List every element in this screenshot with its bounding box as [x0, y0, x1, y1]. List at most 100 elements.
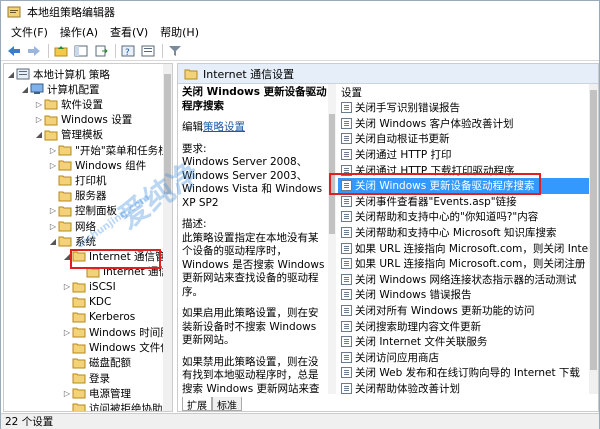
folder-icon — [58, 160, 72, 171]
list-scrollbar[interactable] — [589, 84, 598, 394]
policy-row[interactable]: 关闭 Windows 客户体验改善计划 — [338, 116, 598, 132]
list-scrollbar-thumb[interactable] — [590, 90, 597, 370]
folder-icon — [72, 343, 86, 354]
forward-arrow-icon[interactable] — [25, 43, 43, 59]
policy-row[interactable]: 如果 URL 连接指向 Microsoft.com，则关闭 Internet 连… — [338, 240, 598, 256]
details-header-title: Internet 通信设置 — [203, 67, 295, 81]
folder-icon — [72, 282, 86, 293]
svg-text:?: ? — [125, 48, 130, 57]
tree-item-label: 磁盘配额 — [89, 357, 131, 370]
folder-up-icon[interactable] — [52, 43, 70, 59]
policy-row-label: 关闭通过 HTTP 打印 — [355, 149, 452, 162]
toolbar-separator — [48, 43, 49, 58]
menu-view[interactable]: 查看(V) — [104, 24, 154, 40]
policy-row[interactable]: 关闭自动根证书更新 — [338, 131, 598, 147]
help-icon[interactable]: ? — [119, 43, 137, 59]
expanded-arrow-icon[interactable]: ◢ — [48, 237, 58, 246]
policy-row[interactable]: 关闭搜索助理内容文件更新 — [338, 318, 598, 334]
tree-item[interactable]: Windows 文件保护 — [62, 340, 172, 356]
expanded-arrow-icon[interactable]: ◢ — [20, 85, 30, 94]
tree-item[interactable]: ◢ 本地计算机 策略 — [6, 66, 110, 82]
description-scrollbar[interactable] — [328, 84, 336, 394]
tree-scrollbar[interactable] — [163, 64, 172, 411]
description-text-2: 如果启用此策略设置，则在安装新设备时不搜索 Windows 更新网站。 — [182, 307, 319, 346]
folder-icon — [44, 99, 58, 110]
tree-item-label: 电源管理 — [89, 387, 131, 400]
policy-row-label: 关闭 Windows 网络连接状态指示器的活动测试 — [355, 273, 577, 286]
collapsed-arrow-icon[interactable]: ▷ — [48, 206, 58, 215]
tree-item[interactable]: ▷ iSCSI — [62, 279, 116, 295]
tree-item[interactable]: KDC — [62, 294, 111, 310]
collapsed-arrow-icon[interactable]: ▷ — [48, 161, 58, 170]
policy-row[interactable]: 关闭手写识别错误报告 — [338, 100, 598, 116]
policy-row[interactable]: 关闭 Windows 网络连接状态指示器的活动测试 — [338, 272, 598, 288]
folder-icon — [58, 221, 72, 232]
tree-item[interactable]: ▷ Windows 时间服务 — [62, 324, 172, 340]
policy-row[interactable]: 关闭事件查看器"Events.asp"链接 — [338, 194, 598, 210]
tree-item[interactable]: ▷ Windows 设置 — [34, 112, 132, 128]
title-bar: 本地组策略编辑器 — [1, 1, 599, 23]
policy-setting-icon — [341, 102, 352, 114]
tree-item[interactable]: 登录 — [62, 370, 110, 386]
folder-icon — [72, 327, 86, 338]
tree-item[interactable]: 打印机 — [48, 172, 107, 188]
policy-row[interactable]: 关闭 Internet 文件关联服务 — [338, 334, 598, 350]
policy-setting-icon — [341, 211, 352, 223]
collapsed-arrow-icon[interactable]: ▷ — [62, 282, 72, 291]
tab-extended[interactable]: 扩展 — [182, 397, 212, 411]
menu-help[interactable]: 帮助(H) — [154, 24, 205, 40]
policy-row[interactable]: 关闭帮助和支持中心 Microsoft 知识库搜索 — [338, 225, 598, 241]
policy-editor-app-icon — [7, 6, 21, 18]
tab-standard[interactable]: 标准 — [212, 397, 242, 411]
list-column-header-setting[interactable]: 设置 — [338, 84, 598, 100]
policy-row[interactable]: 关闭对所有 Windows 更新功能的访问 — [338, 303, 598, 319]
policy-row[interactable]: 如果 URL 连接指向 Microsoft.com，则关闭注册 — [338, 256, 598, 272]
tree-item-label: Kerberos — [89, 311, 136, 324]
policy-row[interactable]: 关闭 Web 发布和在线订购向导的 Internet 下载 — [338, 365, 598, 381]
filter-icon[interactable] — [166, 43, 184, 59]
tree-item[interactable]: 磁盘配额 — [62, 355, 131, 371]
tree-item[interactable]: ▷ "开始"菜单和任务栏 — [48, 142, 169, 158]
expanded-arrow-icon[interactable]: ◢ — [6, 70, 16, 79]
policy-row[interactable]: 关闭通过 HTTP 打印 — [338, 147, 598, 163]
policy-row-label: 关闭访问应用商店 — [355, 351, 439, 364]
policy-list: 设置 关闭手写识别错误报告 关闭 Windows 客户体验改善计划 关闭自动根证书更… — [338, 84, 598, 394]
collapsed-arrow-icon[interactable]: ▷ — [62, 389, 72, 398]
policy-setting-icon — [341, 289, 352, 301]
policy-title: 关闭 Windows 更新设备驱动程序搜索 — [182, 86, 327, 112]
policy-row[interactable]: 关闭帮助和支持中心的"你知道吗?"内容 — [338, 209, 598, 225]
policy-row[interactable]: 关闭帮助体验改善计划 — [338, 381, 598, 394]
tree-item-label: "开始"菜单和任务栏 — [75, 144, 169, 157]
policy-setting-icon — [341, 133, 352, 145]
properties-icon[interactable] — [139, 43, 157, 59]
export-icon[interactable] — [92, 43, 110, 59]
policy-setting-icon — [341, 382, 352, 394]
tree-item[interactable]: Kerberos — [62, 309, 135, 325]
tree-item[interactable]: ▷ 控制面板 — [48, 203, 117, 219]
policy-row[interactable]: 关闭 Windows 错误报告 — [338, 287, 598, 303]
policy-rows: 关闭手写识别错误报告 关闭 Windows 客户体验改善计划 关闭自动根证书更新 关闭… — [338, 100, 598, 394]
collapsed-arrow-icon[interactable]: ▷ — [48, 222, 58, 231]
menu-bar: 文件(F) 操作(A) 查看(V) 帮助(H) — [1, 23, 599, 41]
tree-item[interactable]: 服务器 — [48, 188, 107, 204]
collapsed-arrow-icon[interactable]: ▷ — [34, 115, 44, 124]
menu-file[interactable]: 文件(F) — [5, 24, 54, 40]
policy-row[interactable]: 关闭访问应用商店 — [338, 350, 598, 366]
collapsed-arrow-icon[interactable]: ▷ — [62, 328, 72, 337]
description-text-3: 如果禁用此策略设置，则在没有找到本地驱动程序时，总是搜索 Windows 更新网… — [182, 355, 320, 395]
tree-item[interactable]: ▷ Windows 组件 — [48, 157, 146, 173]
menu-action[interactable]: 操作(A) — [54, 24, 104, 40]
folder-icon — [72, 312, 86, 323]
tree-item[interactable]: 访问被拒绝协助 — [62, 400, 163, 411]
expanded-arrow-icon[interactable]: ◢ — [34, 130, 44, 139]
collapsed-arrow-icon[interactable]: ▷ — [48, 146, 58, 155]
policy-row-label: 关闭对所有 Windows 更新功能的访问 — [355, 305, 535, 318]
policy-setting-icon — [341, 117, 352, 129]
back-arrow-icon[interactable] — [5, 43, 23, 59]
show-tree-icon[interactable] — [72, 43, 90, 59]
tree-item[interactable]: ◢ 计算机配置 — [20, 81, 100, 97]
tree-item[interactable]: ▷ 电源管理 — [62, 385, 131, 401]
collapsed-arrow-icon[interactable]: ▷ — [34, 100, 44, 109]
tree-item[interactable]: ▷ 软件设置 — [34, 96, 103, 112]
tree-item[interactable]: ◢ 管理模板 — [34, 127, 103, 143]
